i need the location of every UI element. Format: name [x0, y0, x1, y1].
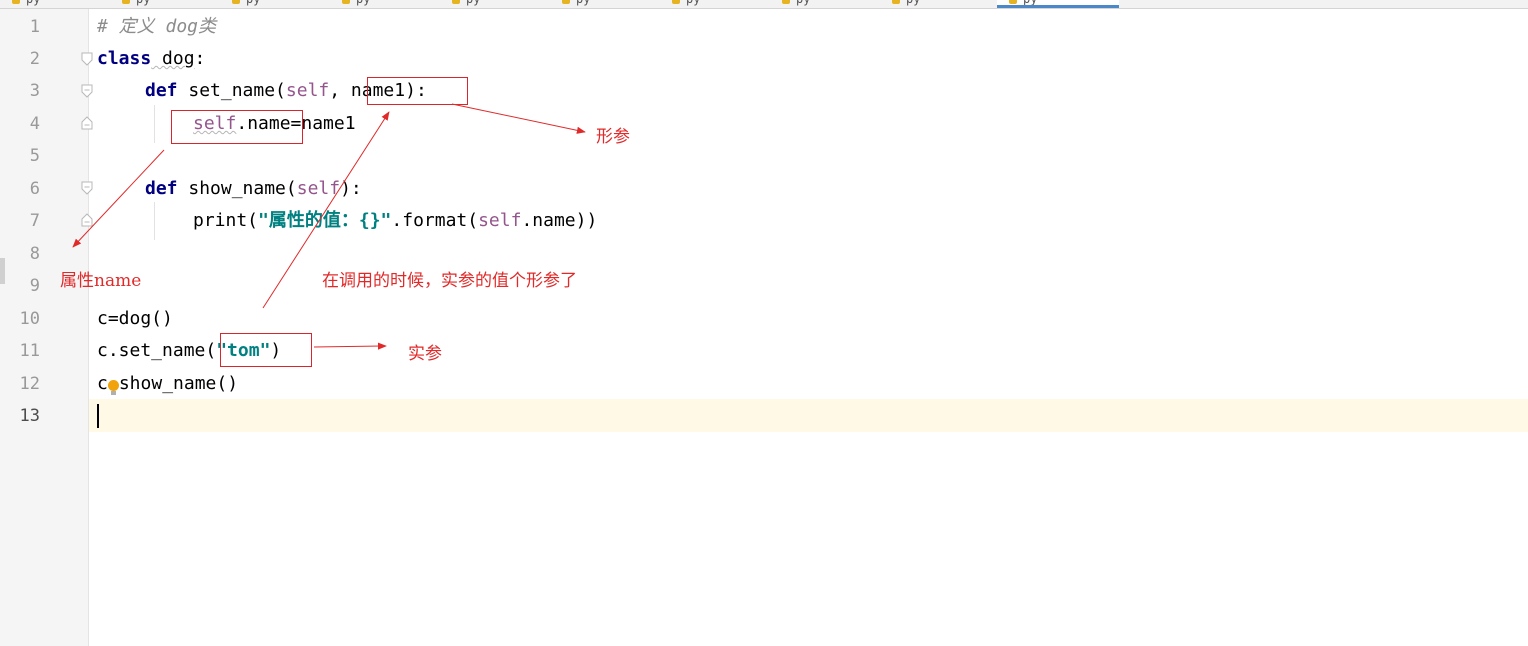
fold-close-icon[interactable]	[81, 116, 93, 130]
line-number: 3	[29, 81, 40, 101]
line-number: 7	[29, 211, 40, 231]
annotation-box-attribute	[171, 110, 303, 144]
line-number: 2	[29, 49, 40, 69]
code-line-10[interactable]: c=dog()	[97, 307, 173, 331]
code-line-6[interactable]: def show_name(self):	[145, 177, 362, 201]
annotation-attribute-name: 属性name	[60, 271, 142, 291]
line-number: 10	[19, 309, 40, 329]
lightbulb-icon[interactable]	[108, 380, 119, 395]
python-file-icon	[1009, 0, 1017, 4]
editor-tab[interactable]: py	[660, 0, 770, 8]
line-number: 1	[29, 17, 40, 37]
python-file-icon	[232, 0, 240, 4]
fold-open-icon[interactable]	[81, 84, 93, 98]
indent-guide	[154, 105, 155, 143]
editor-tab-active[interactable]: py	[997, 0, 1119, 8]
annotation-call-note: 在调用的时候，实参的值个形参了	[322, 271, 577, 291]
fold-open-icon[interactable]	[81, 52, 93, 66]
editor-tab[interactable]: py	[550, 0, 660, 8]
line-number: 4	[29, 114, 40, 134]
line-number-current: 13	[19, 406, 40, 426]
python-file-icon	[122, 0, 130, 4]
editor-tab[interactable]: py	[330, 0, 440, 8]
line-number: 8	[29, 244, 40, 264]
editor-tab[interactable]: py	[770, 0, 880, 8]
annotation-actual-param: 实参	[408, 344, 442, 364]
editor-tab[interactable]: py	[880, 0, 990, 8]
annotation-formal-param: 形参	[596, 127, 630, 147]
annotation-box-formal-param	[367, 77, 468, 105]
fold-close-icon[interactable]	[81, 213, 93, 227]
code-line-2[interactable]: class dog:	[97, 47, 205, 71]
editor-tab[interactable]: py	[440, 0, 550, 8]
editor-tab[interactable]: py	[220, 0, 330, 8]
python-file-icon	[672, 0, 680, 4]
fold-open-icon[interactable]	[81, 181, 93, 195]
line-number: 6	[29, 179, 40, 199]
line-number: 12	[19, 374, 40, 394]
text-caret	[97, 404, 99, 428]
current-line-highlight	[89, 399, 1528, 432]
python-file-icon	[452, 0, 460, 4]
annotation-box-actual-param	[220, 333, 312, 367]
python-file-icon	[562, 0, 570, 4]
code-line-7[interactable]: print("属性的值：{}".format(self.name))	[193, 209, 597, 233]
editor-tab[interactable]: py	[0, 0, 110, 8]
editor-tab[interactable]: py	[110, 0, 220, 8]
python-file-icon	[892, 0, 900, 4]
arrow-to-formal-param-label	[451, 103, 586, 134]
arrow-to-actual-param-label	[313, 342, 387, 350]
python-file-icon	[782, 0, 790, 4]
python-file-icon	[342, 0, 350, 4]
indent-guide	[154, 202, 155, 240]
line-number: 5	[29, 146, 40, 166]
line-number: 11	[19, 341, 40, 361]
line-number: 9	[29, 276, 40, 296]
python-file-icon	[12, 0, 20, 4]
code-line-1[interactable]: # 定义 dog类	[97, 15, 216, 39]
editor-tab-strip: py py py py py py py py py py	[0, 0, 1528, 9]
